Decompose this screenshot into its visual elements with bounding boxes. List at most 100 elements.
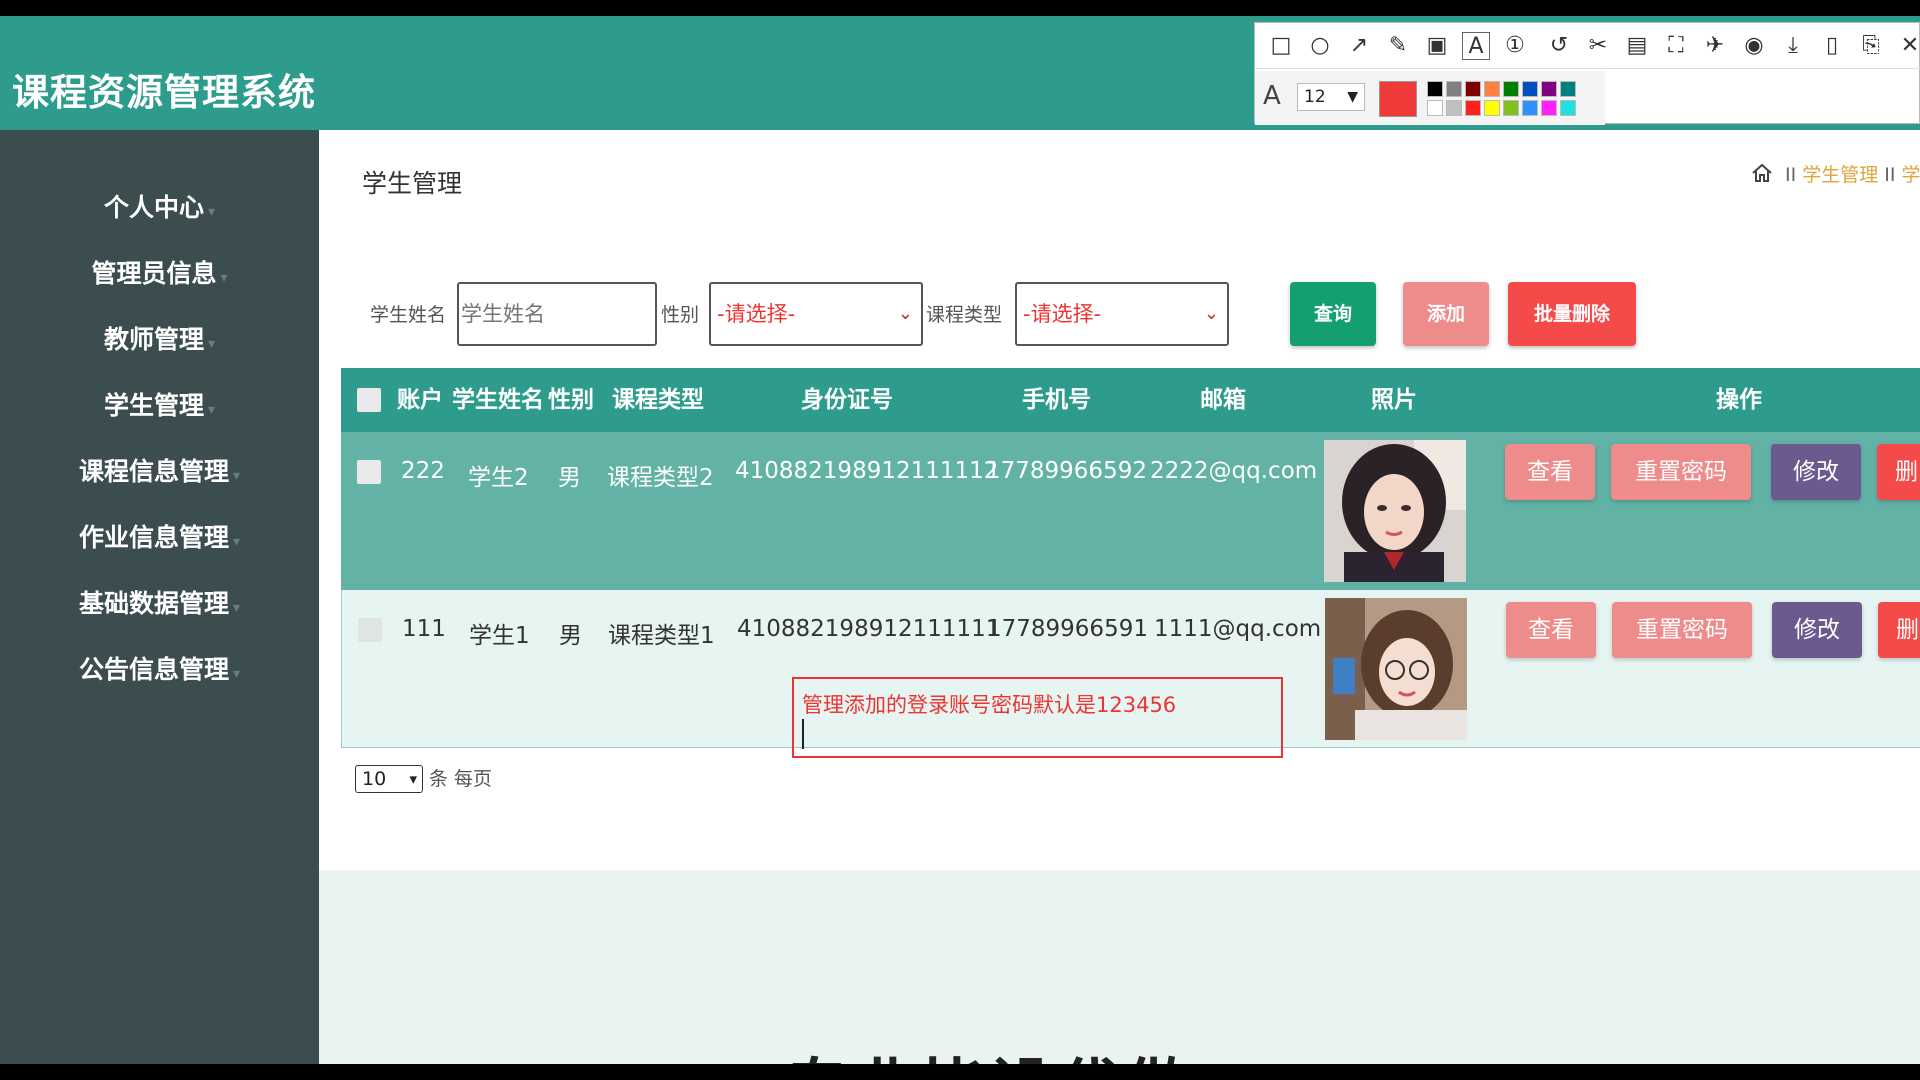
- sidebar-item-homework-info[interactable]: 作业信息管理 ▾: [0, 518, 319, 558]
- student-name-input[interactable]: [457, 282, 657, 346]
- per-page-select[interactable]: 10 ▾: [355, 765, 423, 793]
- color-swatch[interactable]: [1503, 100, 1519, 116]
- table-header: 账户 学生姓名 性别 课程类型 身份证号 手机号 邮箱 照片 操作: [341, 368, 1920, 432]
- color-swatch[interactable]: [1446, 100, 1462, 116]
- bookmark-icon[interactable]: ⎘: [1857, 32, 1885, 60]
- edit-button[interactable]: 修改: [1771, 444, 1861, 500]
- color-swatch[interactable]: [1484, 100, 1500, 116]
- column-header-account[interactable]: 账户: [397, 368, 443, 432]
- phone-icon[interactable]: ▯: [1818, 32, 1846, 60]
- color-swatch[interactable]: [1484, 81, 1500, 97]
- per-page-value: 10: [362, 768, 387, 790]
- screenshot-toolbar: □ ○ ↗ ✎ ▣ A ① ↺ ✂ ▤ ⛶ ✈ ◉ ⤓ ▯ ⎘ ✕ A 12 ▼: [1254, 22, 1920, 125]
- color-swatch[interactable]: [1465, 100, 1481, 116]
- sidebar-item-student-management[interactable]: 学生管理 ▾: [0, 386, 319, 426]
- scan-icon[interactable]: ⛶: [1662, 32, 1690, 60]
- edit-button[interactable]: 修改: [1772, 602, 1862, 658]
- color-swatch[interactable]: [1560, 81, 1576, 97]
- page-title: 学生管理: [362, 169, 463, 198]
- bulk-delete-button[interactable]: 批量删除: [1508, 282, 1636, 346]
- current-color-swatch[interactable]: [1379, 81, 1417, 117]
- column-header-photo: 照片: [1371, 387, 1417, 413]
- circle-tool-icon[interactable]: ○: [1306, 32, 1334, 60]
- per-page-suffix: 条 每页: [429, 768, 493, 790]
- query-button[interactable]: 查询: [1290, 282, 1376, 346]
- color-swatch[interactable]: [1446, 81, 1462, 97]
- color-swatch[interactable]: [1465, 81, 1481, 97]
- course-type-label: 课程类型: [926, 304, 1003, 326]
- toolbar-tools: □ ○ ↗ ✎ ▣ A ① ↺ ✂ ▤ ⛶ ✈ ◉ ⤓ ▯ ⎘ ✕: [1255, 23, 1920, 69]
- cell-id-number: 410882198912111112: [735, 458, 999, 484]
- sidebar-item-label: 教师管理: [103, 325, 204, 354]
- cell-phone: 17789966592: [986, 458, 1147, 484]
- font-size-select[interactable]: 12 ▼: [1297, 83, 1365, 111]
- text-cursor: [802, 719, 804, 749]
- column-header-id-number[interactable]: 身份证号: [801, 368, 893, 432]
- annotation-text: 管理添加的登录账号密码默认是123456: [802, 693, 1177, 717]
- download-icon[interactable]: ⤓: [1779, 32, 1807, 60]
- gender-select-value: -请选择-: [717, 302, 796, 326]
- sidebar-item-base-data[interactable]: 基础数据管理 ▾: [0, 584, 319, 624]
- caret-down-icon: ▾: [232, 600, 241, 616]
- pin-icon[interactable]: ✈: [1701, 32, 1729, 60]
- ocr-icon[interactable]: ▤: [1623, 32, 1651, 60]
- column-header-name[interactable]: 学生姓名: [452, 368, 544, 432]
- caret-down-icon: ▾: [232, 666, 241, 682]
- color-swatch[interactable]: [1503, 81, 1519, 97]
- column-header-course-type[interactable]: 课程类型: [612, 368, 704, 432]
- reset-password-button[interactable]: 重置密码: [1612, 602, 1752, 658]
- color-swatch[interactable]: [1541, 81, 1557, 97]
- gender-select[interactable]: -请选择- ⌄: [709, 282, 923, 346]
- sidebar-item-admin-info[interactable]: 管理员信息 ▾: [0, 254, 319, 294]
- color-swatch[interactable]: [1522, 100, 1538, 116]
- caret-down-icon: ▼: [1347, 89, 1358, 105]
- sidebar-item-label: 个人中心: [103, 193, 204, 222]
- mosaic-tool-icon[interactable]: ▣: [1423, 32, 1451, 60]
- annotation-textbox[interactable]: 管理添加的登录账号密码默认是123456: [792, 677, 1283, 758]
- cell-name: 学生1: [469, 623, 530, 649]
- row-checkbox[interactable]: [357, 460, 381, 484]
- course-type-select[interactable]: -请选择- ⌄: [1015, 282, 1229, 346]
- undo-icon[interactable]: ↺: [1545, 32, 1573, 60]
- arrow-tool-icon[interactable]: ↗: [1345, 32, 1373, 60]
- cell-account: 111: [402, 616, 446, 642]
- color-swatch[interactable]: [1560, 100, 1576, 116]
- color-swatch[interactable]: [1522, 81, 1538, 97]
- sidebar-item-teacher-management[interactable]: 教师管理 ▾: [0, 320, 319, 360]
- caret-down-icon: ▾: [207, 402, 216, 418]
- select-all-checkbox[interactable]: [357, 388, 381, 412]
- student-photo: [1325, 598, 1467, 740]
- color-swatch[interactable]: [1427, 100, 1443, 116]
- crop-icon[interactable]: ✂: [1584, 32, 1612, 60]
- color-swatch[interactable]: [1541, 100, 1557, 116]
- sidebar-item-label: 作业信息管理: [78, 523, 229, 552]
- breadcrumb-item[interactable]: 学: [1902, 164, 1920, 186]
- pencil-tool-icon[interactable]: ✎: [1384, 32, 1412, 60]
- text-tool-icon[interactable]: A: [1462, 32, 1490, 60]
- column-header-gender[interactable]: 性别: [548, 368, 594, 432]
- home-icon[interactable]: [1751, 162, 1773, 189]
- cell-course-type: 课程类型2: [607, 465, 714, 491]
- number-tool-icon[interactable]: ①: [1501, 32, 1529, 60]
- sidebar-item-announcement[interactable]: 公告信息管理 ▾: [0, 650, 319, 690]
- color-swatch[interactable]: [1427, 81, 1443, 97]
- sidebar-item-course-info[interactable]: 课程信息管理 ▾: [0, 452, 319, 492]
- cell-email: 2222@qq.com: [1150, 458, 1318, 484]
- view-button[interactable]: 查看: [1505, 444, 1595, 500]
- record-icon[interactable]: ◉: [1740, 32, 1768, 60]
- student-photo: [1324, 440, 1466, 582]
- rectangle-tool-icon[interactable]: □: [1267, 32, 1295, 60]
- column-header-email[interactable]: 邮箱: [1200, 368, 1246, 432]
- sidebar-item-personal-center[interactable]: 个人中心 ▾: [0, 188, 319, 228]
- caret-down-icon: ▾: [220, 270, 228, 286]
- delete-button[interactable]: 删: [1877, 444, 1920, 500]
- view-button[interactable]: 查看: [1506, 602, 1596, 658]
- add-button[interactable]: 添加: [1403, 282, 1489, 346]
- close-icon[interactable]: ✕: [1896, 32, 1920, 60]
- cell-gender: 男: [558, 465, 581, 491]
- row-checkbox[interactable]: [358, 618, 382, 642]
- delete-button[interactable]: 删: [1878, 602, 1920, 658]
- column-header-phone[interactable]: 手机号: [1022, 368, 1091, 432]
- reset-password-button[interactable]: 重置密码: [1611, 444, 1751, 500]
- breadcrumb-item[interactable]: 学生管理: [1802, 164, 1878, 186]
